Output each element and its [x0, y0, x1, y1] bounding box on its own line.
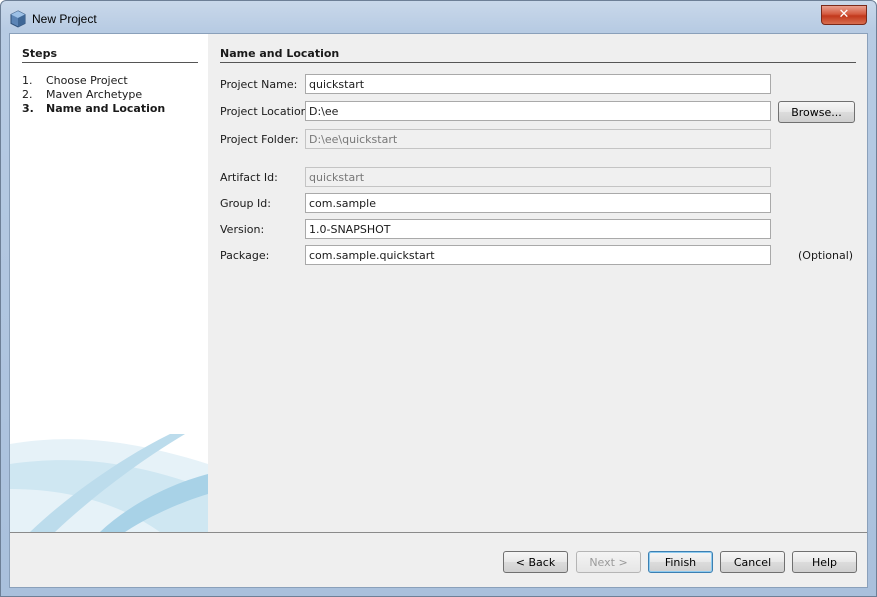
- name-and-location-panel: Name and Location Project Name: Project …: [208, 34, 867, 532]
- project-location-input[interactable]: [305, 101, 771, 121]
- back-button[interactable]: < Back: [503, 551, 568, 573]
- package-label: Package:: [220, 249, 270, 262]
- step-label: Name and Location: [46, 102, 166, 115]
- finish-button[interactable]: Finish: [648, 551, 713, 573]
- artifact-id-label: Artifact Id:: [220, 171, 278, 184]
- project-name-input[interactable]: [305, 74, 771, 94]
- new-project-dialog: New Project ✕ Steps 1. Choose Project 2. M…: [0, 0, 877, 597]
- cancel-button[interactable]: Cancel: [720, 551, 785, 573]
- step-label: Choose Project: [46, 74, 128, 87]
- step-name-and-location: 3. Name and Location: [22, 102, 165, 115]
- title-bar[interactable]: New Project ✕: [1, 1, 876, 35]
- close-button[interactable]: ✕: [821, 5, 867, 25]
- group-id-label: Group Id:: [220, 197, 271, 210]
- next-button[interactable]: Next >: [576, 551, 641, 573]
- step-number: 1.: [22, 74, 33, 87]
- decorative-swoosh-graphic: [10, 434, 208, 532]
- browse-button[interactable]: Browse...: [778, 101, 855, 123]
- version-label: Version:: [220, 223, 265, 236]
- close-icon: ✕: [838, 7, 850, 22]
- step-choose-project: 1. Choose Project: [22, 74, 128, 87]
- step-maven-archetype: 2. Maven Archetype: [22, 88, 142, 101]
- panel-heading: Name and Location: [220, 47, 340, 60]
- steps-divider: [22, 62, 198, 63]
- step-number: 3.: [22, 102, 34, 115]
- steps-panel: Steps 1. Choose Project 2. Maven Archetype…: [10, 34, 208, 532]
- version-input[interactable]: [305, 219, 771, 239]
- project-name-label: Project Name:: [220, 78, 298, 91]
- netbeans-cube-icon: [10, 10, 26, 28]
- project-folder-label: Project Folder:: [220, 133, 299, 146]
- step-number: 2.: [22, 88, 33, 101]
- project-location-label: Project Location:: [220, 105, 312, 118]
- help-button[interactable]: Help: [792, 551, 857, 573]
- step-label: Maven Archetype: [46, 88, 143, 101]
- button-bar: < Back Next > Finish Cancel Help: [10, 533, 867, 587]
- dialog-body: Steps 1. Choose Project 2. Maven Archetype…: [9, 33, 868, 588]
- artifact-id-input: [305, 167, 771, 187]
- window-title: New Project: [32, 12, 97, 26]
- project-folder-input: [305, 129, 771, 149]
- group-id-input[interactable]: [305, 193, 771, 213]
- optional-hint: (Optional): [798, 249, 854, 262]
- package-input[interactable]: [305, 245, 771, 265]
- panel-divider: [220, 62, 856, 63]
- steps-heading: Steps: [22, 47, 58, 60]
